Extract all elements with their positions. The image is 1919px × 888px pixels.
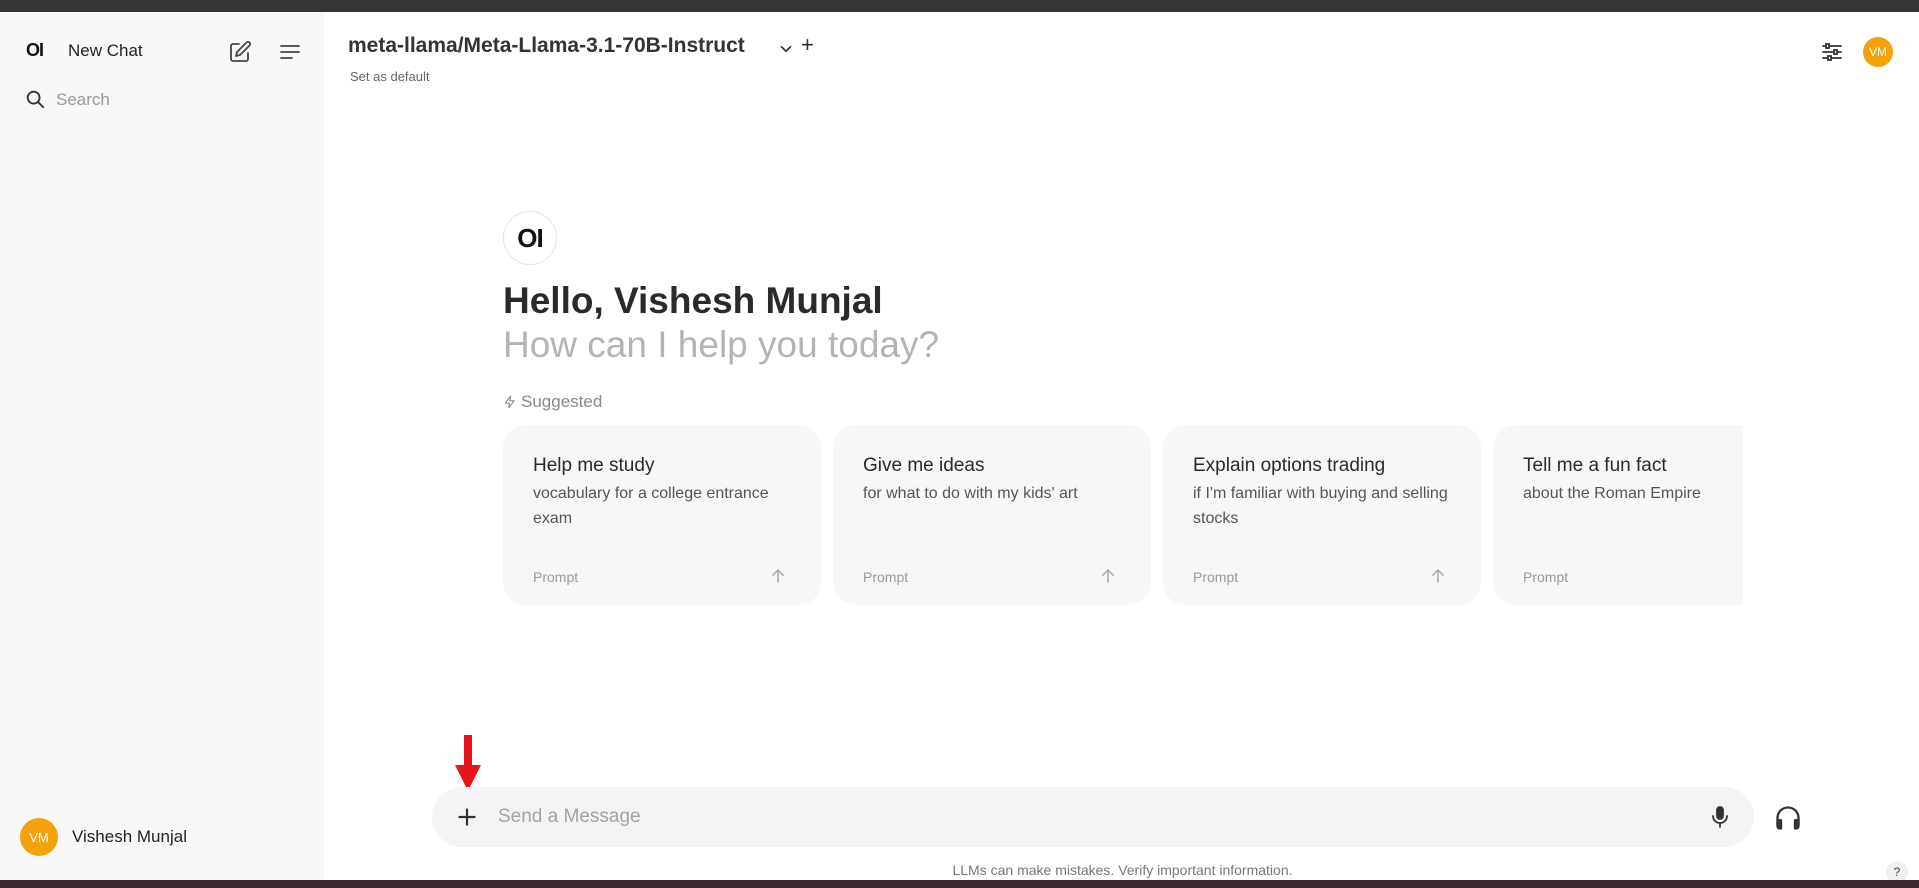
- suggestion-card[interactable]: Help me study vocabulary for a college e…: [503, 425, 821, 605]
- taskbar-strip: [0, 880, 1919, 888]
- message-composer: [432, 787, 1754, 847]
- suggestion-title: Tell me a fun fact: [1523, 455, 1667, 476]
- menu-icon[interactable]: [278, 40, 302, 64]
- suggestion-card[interactable]: Give me ideas for what to do with my kid…: [833, 425, 1151, 605]
- plus-icon[interactable]: [454, 804, 480, 830]
- suggestion-subtitle: for what to do with my kids' art: [863, 485, 1078, 502]
- suggested-heading: Suggested: [503, 392, 602, 412]
- prompt-label: Prompt: [1193, 569, 1239, 585]
- suggestion-title: Explain options trading: [1193, 455, 1386, 476]
- user-name: Vishesh Munjal: [72, 827, 187, 846]
- arrow-up-icon: [772, 569, 784, 583]
- greeting-title: Hello, Vishesh Munjal: [503, 280, 883, 321]
- chevron-down-icon[interactable]: [777, 40, 795, 58]
- search-icon: [26, 90, 45, 109]
- arrow-up-icon: [1102, 569, 1114, 583]
- model-selector[interactable]: meta-llama/Meta-Llama-3.1-70B-Instruct: [348, 34, 745, 58]
- suggestion-subtitle: if I'm familiar with buying and selling …: [1193, 485, 1448, 527]
- greeting-subtitle: How can I help you today?: [503, 324, 940, 365]
- suggestion-subtitle: about the Roman Empire: [1523, 485, 1701, 502]
- app-window: OI New Chat VM Vishesh Munjal meta-llama…: [0, 12, 1919, 883]
- sidebar-logo[interactable]: OI: [26, 40, 44, 61]
- browser-top-strip: [0, 0, 1919, 12]
- suggestion-card[interactable]: Explain options trading if I'm familiar …: [1163, 425, 1481, 605]
- microphone-icon[interactable]: [1708, 804, 1732, 830]
- message-input[interactable]: [498, 802, 1648, 832]
- suggestion-cards: Help me study vocabulary for a college e…: [503, 425, 1743, 605]
- disclaimer-text: LLMs can make mistakes. Verify important…: [952, 862, 1293, 878]
- set-as-default-link[interactable]: Set as default: [350, 69, 430, 84]
- welcome-logo: OI: [503, 211, 557, 265]
- suggestion-title: Give me ideas: [863, 455, 985, 476]
- edit-icon[interactable]: [228, 40, 252, 64]
- prompt-label: Prompt: [863, 569, 909, 585]
- suggestion-title: Help me study: [533, 455, 655, 476]
- arrow-up-icon: [1432, 569, 1444, 583]
- header-avatar[interactable]: VM: [1863, 37, 1893, 67]
- red-arrow-annotation: [455, 735, 481, 791]
- sidebar-user[interactable]: VM Vishesh Munjal: [20, 816, 300, 858]
- add-model-button[interactable]: +: [801, 32, 814, 58]
- suggestion-card[interactable]: Tell me a fun fact about the Roman Empir…: [1493, 425, 1743, 605]
- prompt-label: Prompt: [533, 569, 579, 585]
- new-chat-button[interactable]: New Chat: [68, 41, 143, 61]
- suggested-label: Suggested: [521, 392, 603, 411]
- bolt-icon: [504, 395, 515, 409]
- sidebar-search-input[interactable]: [56, 88, 296, 112]
- headphones-icon[interactable]: [1774, 804, 1802, 832]
- prompt-label: Prompt: [1523, 569, 1569, 585]
- suggestion-subtitle: vocabulary for a college entrance exam: [533, 485, 769, 527]
- avatar: VM: [20, 818, 58, 856]
- sliders-icon[interactable]: [1820, 40, 1844, 64]
- sidebar: OI New Chat VM Vishesh Munjal: [0, 12, 324, 880]
